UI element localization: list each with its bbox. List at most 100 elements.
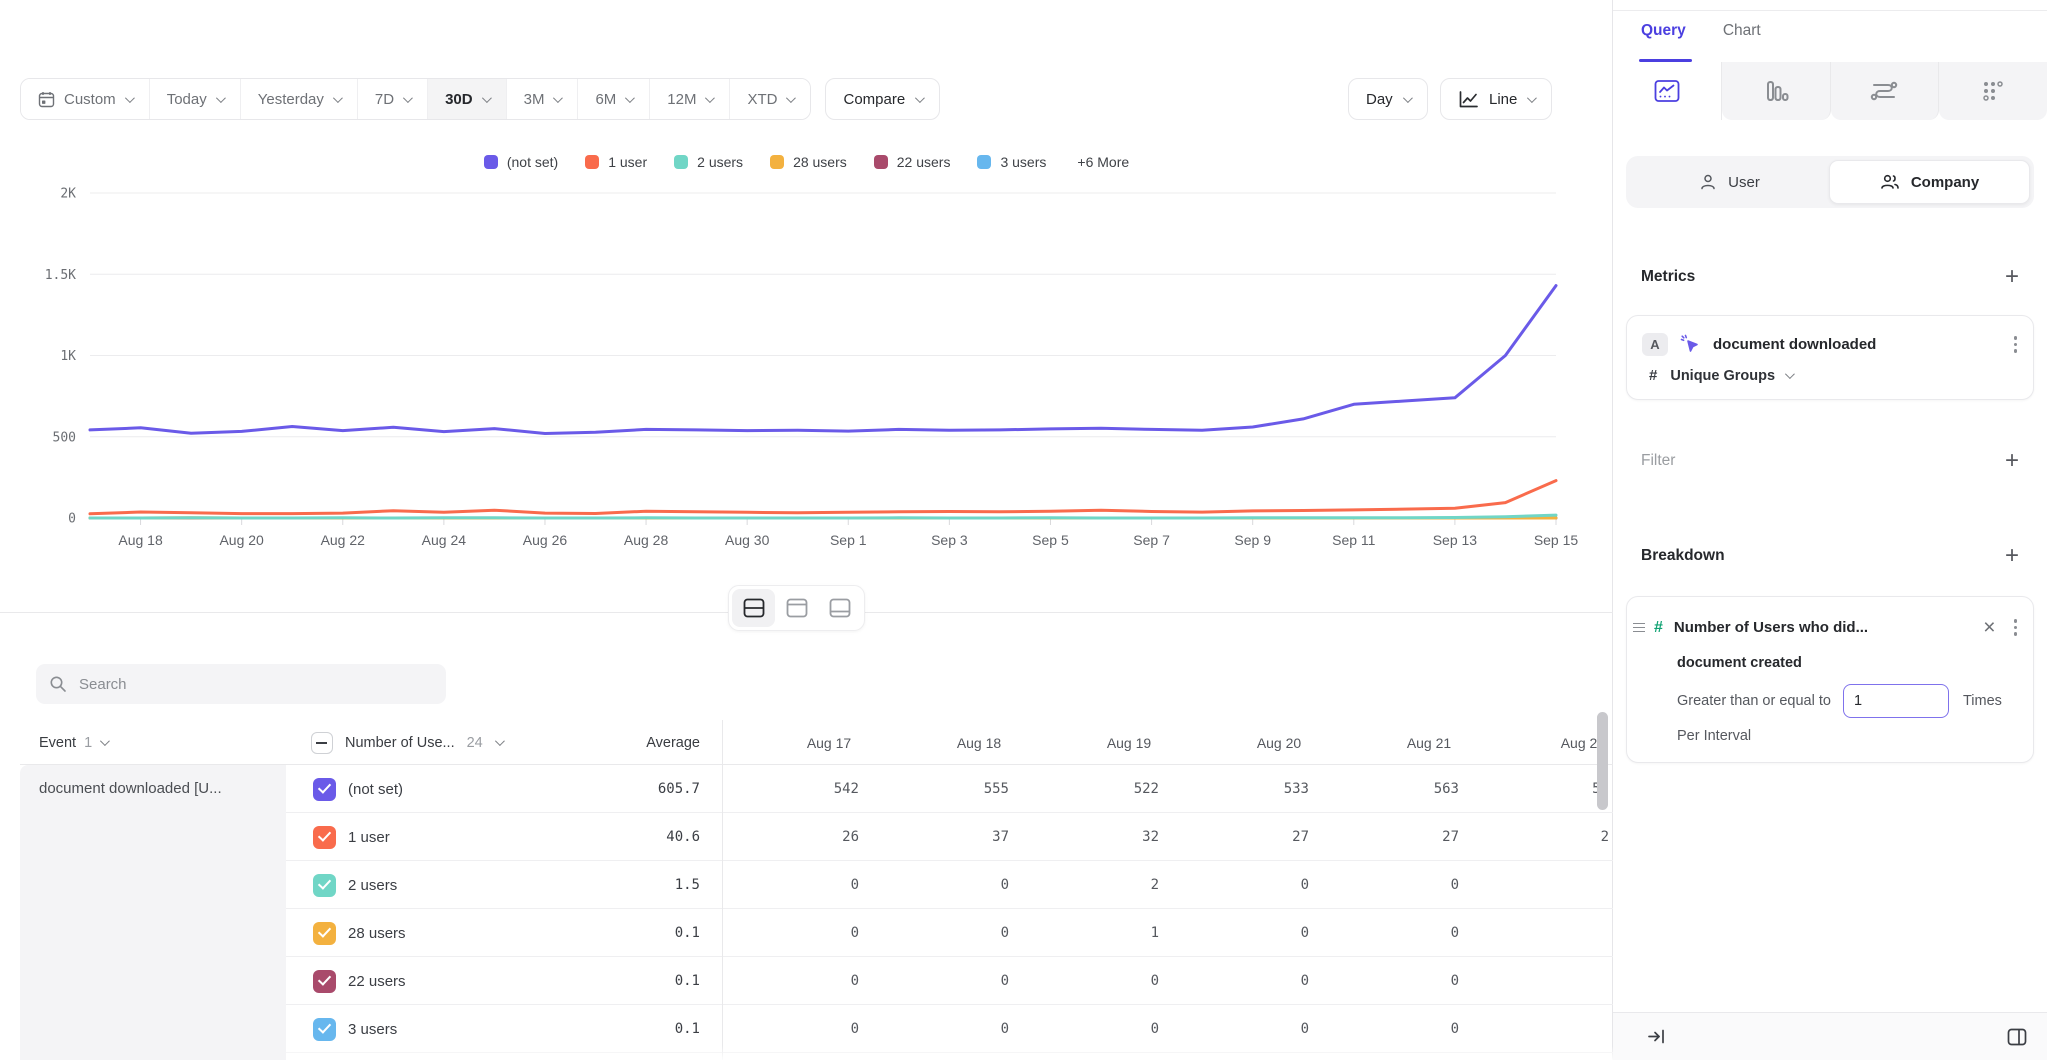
search-input[interactable] [79,676,409,693]
aggregation-label: Unique Groups [1670,368,1775,384]
value-cell: 27 [1204,829,1354,845]
date-range-button[interactable]: 3M [507,79,579,119]
split-panel-icon[interactable] [2007,1028,2027,1046]
line-chart-tab[interactable] [1613,62,1722,120]
layout-split-view-button[interactable] [732,589,775,627]
series-checkbox[interactable] [313,874,336,897]
svg-text:Aug 30: Aug 30 [725,532,770,548]
add-metric-button[interactable]: + [2005,265,2019,289]
series-header-label: Number of Use... [345,735,455,751]
date-column-header: Aug 17 [754,735,904,751]
chart-type-dropdown[interactable]: Line [1440,78,1552,120]
series-cell[interactable]: (not set) [286,778,560,801]
series-checkbox[interactable] [313,922,336,945]
aggregation-dropdown[interactable]: Unique Groups [1670,368,1792,384]
value-cell: 0 [1354,925,1504,941]
series-cell[interactable]: 2 users [286,874,560,897]
legend-swatch [674,155,688,169]
layout-table-only-button[interactable] [818,589,861,627]
series-cell[interactable]: 28 users [286,922,560,945]
date-range-button[interactable]: XTD [730,79,810,119]
svg-text:500: 500 [53,430,76,445]
layout-chart-only-button[interactable] [775,589,818,627]
series-checkbox[interactable] [313,826,336,849]
metric-card[interactable]: A document downloaded # Unique Groups [1626,315,2034,400]
add-breakdown-button[interactable]: + [2005,544,2019,568]
table-header-row: Event 1 Number of Use... 24 Average Aug … [0,720,1613,765]
grid-chart-tab[interactable] [1939,62,2047,120]
breakdown-card-header: # Number of Users who did... × [1632,617,2019,638]
date-range-button[interactable]: 7D [358,79,428,119]
search-box [36,664,446,704]
legend-label: 3 users [1000,154,1046,170]
metrics-section-header: Metrics + [1626,265,2034,289]
chevron-down-icon [216,93,226,103]
layout-toggle-group [728,585,865,631]
legend-swatch [977,155,991,169]
series-checkbox[interactable] [313,970,336,993]
breakdown-card[interactable]: # Number of Users who did... × document … [1626,596,2034,763]
close-icon[interactable]: × [1983,617,1995,638]
chart-legend: (not set) 1 user 2 users 28 users [0,154,1613,170]
svg-text:1K: 1K [60,349,76,364]
value-cell: 563 [1354,781,1504,797]
add-filter-button[interactable]: + [2005,449,2019,473]
chevron-down-icon [1403,93,1413,103]
legend-label: 22 users [897,154,951,170]
calendar-icon [38,91,55,108]
series-cell[interactable]: 22 users [286,970,560,993]
segment-user[interactable]: User [1630,160,1829,204]
times-value-input[interactable] [1843,684,1949,718]
svg-text:0: 0 [68,512,76,527]
series-checkbox[interactable] [313,778,336,801]
series-column-header[interactable]: Number of Use... 24 [286,732,560,754]
legend-item[interactable]: 2 users [674,154,743,170]
collapse-panel-icon[interactable] [1647,1028,1666,1045]
legend-item[interactable]: 3 users [977,154,1046,170]
legend-item[interactable]: 1 user [585,154,647,170]
legend-item[interactable]: 28 users [770,154,847,170]
compare-button[interactable]: Compare [825,78,940,120]
tab-chart[interactable]: Chart [1723,22,1761,62]
date-range-button[interactable]: 12M [650,79,730,119]
vertical-scrollbar[interactable] [1597,712,1608,810]
date-range-button[interactable]: Yesterday [241,79,358,119]
event-column-header[interactable]: Event 1 [20,735,286,751]
value-cell: 32 [1054,829,1204,845]
value-cell: 0 [754,1021,904,1037]
series-label: 3 users [348,1021,397,1038]
select-all-checkbox[interactable] [311,732,333,754]
chevron-down-icon [1785,369,1795,379]
drag-handle-icon[interactable] [1633,623,1645,633]
series-cell[interactable]: 1 user [286,826,560,849]
breakdown-menu-kebab-icon[interactable] [2012,617,2020,638]
bar-chart-icon [1763,79,1789,103]
date-range-button[interactable]: 30D [428,79,507,119]
date-column-header: Aug 21 [1354,735,1504,751]
legend-label: 28 users [793,154,847,170]
legend-more-link[interactable]: +6 More [1077,154,1129,170]
legend-swatch [770,155,784,169]
breakdown-condition-row: Greater than or equal to Times [1677,684,2019,718]
value-cell: 0 [1204,877,1354,893]
series-checkbox[interactable] [313,1018,336,1041]
legend-item[interactable]: 22 users [874,154,951,170]
granularity-dropdown[interactable]: Day [1348,78,1428,120]
value-cell: 533 [1204,781,1354,797]
value-cell: 0 [754,877,904,893]
date-range-button[interactable]: 6M [578,79,650,119]
metric-menu-kebab-icon[interactable] [2012,334,2020,355]
legend-label: (not set) [507,154,558,170]
legend-item[interactable]: (not set) [484,154,558,170]
event-count: 1 [84,735,92,751]
segment-company[interactable]: Company [1829,160,2030,204]
tab-query[interactable]: Query [1641,22,1686,62]
series-cell[interactable]: 3 users [286,1018,560,1041]
flow-chart-tab[interactable] [1831,62,1940,120]
bar-chart-tab[interactable] [1722,62,1831,120]
value-cell: 0 [1204,973,1354,989]
legend-swatch [874,155,888,169]
date-range-button[interactable]: Custom [21,79,150,119]
chevron-down-icon [333,93,343,103]
date-range-button[interactable]: Today [150,79,241,119]
